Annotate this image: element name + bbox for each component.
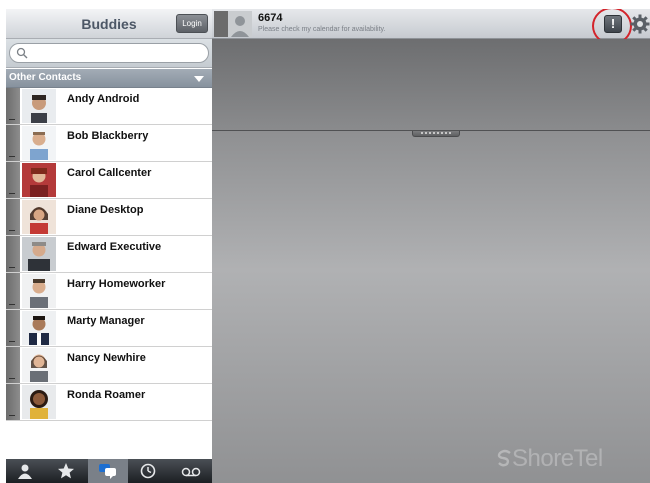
avatar — [22, 311, 56, 345]
contact-row[interactable]: Bob Blackberry — [6, 125, 212, 162]
presence-indicator — [6, 310, 20, 346]
avatar — [22, 237, 56, 271]
tab-history[interactable] — [129, 459, 169, 483]
presence-indicator — [6, 384, 20, 420]
my-avatar[interactable] — [214, 11, 252, 37]
slide-panel — [212, 39, 650, 137]
contact-row[interactable]: Harry Homeworker — [6, 273, 212, 310]
contact-list: Andy Android Bob Blackberry Carol Callce… — [6, 88, 212, 421]
avatar — [22, 200, 56, 234]
search-input[interactable] — [9, 43, 209, 63]
contact-row[interactable]: Edward Executive — [6, 236, 212, 273]
presence-indicator — [6, 125, 20, 161]
presence-indicator — [6, 273, 20, 309]
chevron-down-icon[interactable] — [194, 76, 204, 82]
alert-button[interactable]: ! — [604, 15, 622, 33]
search-bar — [6, 39, 212, 68]
contact-row[interactable]: Ronda Roamer — [6, 384, 212, 421]
presence-indicator — [6, 347, 20, 383]
contact-name: Marty Manager — [67, 315, 145, 327]
contact-row[interactable]: Marty Manager — [6, 310, 212, 347]
contact-name: Andy Android — [67, 93, 140, 105]
tab-chat[interactable] — [88, 459, 128, 483]
contact-name: Diane Desktop — [67, 204, 144, 216]
other-contacts-header[interactable]: Other Contacts — [6, 69, 212, 88]
drag-handle[interactable] — [412, 131, 460, 137]
presence-indicator — [6, 236, 20, 272]
shoretel-watermark: ShoreTel — [512, 445, 603, 472]
avatar — [22, 163, 56, 197]
contact-row[interactable]: Diane Desktop — [6, 199, 212, 236]
contact-name: Carol Callcenter — [67, 167, 152, 179]
gear-icon[interactable] — [630, 14, 650, 34]
section-title: Other Contacts — [9, 72, 82, 83]
history-icon — [140, 463, 156, 479]
main-content: 6674 Please check my calendar for availa… — [212, 9, 650, 483]
avatar — [22, 274, 56, 308]
contact-name: Edward Executive — [67, 241, 162, 253]
avatar — [22, 348, 56, 382]
favorites-icon — [58, 463, 74, 479]
avatar — [22, 126, 56, 160]
chat-icon — [99, 464, 116, 479]
user-status-message[interactable]: Please check my calendar for availabilit… — [258, 26, 385, 33]
contact-name: Nancy Newhire — [67, 352, 146, 364]
tab-favorites[interactable] — [47, 459, 87, 483]
contact-name: Bob Blackberry — [67, 130, 149, 142]
user-status-bar: 6674 Please check my calendar for availa… — [212, 9, 650, 45]
search-icon — [16, 47, 28, 59]
avatar — [22, 89, 56, 123]
bottom-tab-bar — [6, 459, 212, 483]
voicemail-icon — [181, 467, 201, 477]
user-extension: 6674 — [258, 12, 283, 24]
tab-voicemail[interactable] — [170, 459, 210, 483]
tab-contacts[interactable] — [6, 459, 46, 483]
buddies-panel: Buddies Login Other Contacts Andy Androi… — [6, 9, 212, 483]
login-button[interactable]: Login — [176, 14, 208, 33]
buddies-header: Buddies Login — [6, 9, 212, 39]
contacts-icon — [18, 464, 32, 479]
contact-name: Harry Homeworker — [67, 278, 166, 290]
presence-indicator — [6, 88, 20, 124]
avatar — [22, 385, 56, 419]
contact-name: Ronda Roamer — [67, 389, 146, 401]
presence-indicator — [6, 199, 20, 235]
contact-row[interactable]: Andy Android — [6, 88, 212, 125]
presence-indicator — [6, 162, 20, 198]
contact-row[interactable]: Nancy Newhire — [6, 347, 212, 384]
contact-row[interactable]: Carol Callcenter — [6, 162, 212, 199]
